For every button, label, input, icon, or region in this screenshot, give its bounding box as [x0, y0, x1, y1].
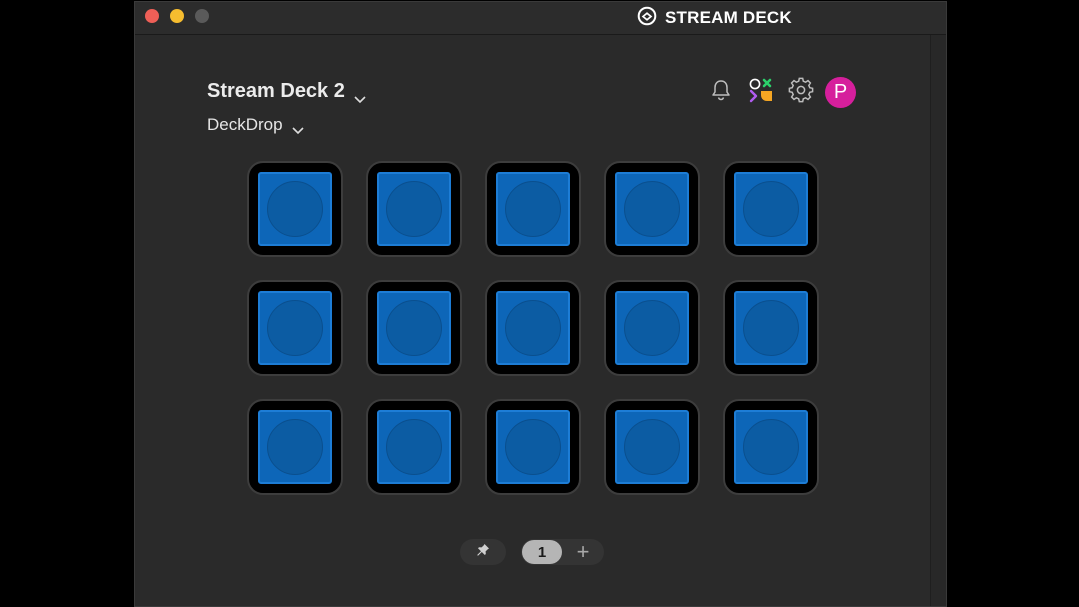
- settings-button[interactable]: [785, 76, 817, 108]
- key-grid: [247, 161, 819, 495]
- key-face: [734, 291, 808, 365]
- chevron-down-icon: [291, 120, 305, 135]
- page-1-tab[interactable]: 1: [522, 540, 562, 564]
- key-face: [615, 291, 689, 365]
- stream-deck-key[interactable]: [604, 399, 700, 495]
- key-face: [496, 172, 570, 246]
- stream-deck-key[interactable]: [723, 399, 819, 495]
- stream-deck-key[interactable]: [723, 161, 819, 257]
- stream-deck-key[interactable]: [247, 399, 343, 495]
- stream-deck-key[interactable]: [485, 161, 581, 257]
- key-placeholder-icon: [624, 419, 680, 475]
- device-selector[interactable]: Stream Deck 2: [207, 80, 367, 103]
- app-window: STREAM DECK Stream Deck 2 DeckDrop P 1 +: [134, 1, 947, 607]
- close-window-button[interactable]: [145, 9, 159, 23]
- key-face: [615, 172, 689, 246]
- key-placeholder-icon: [624, 300, 680, 356]
- maximize-window-button[interactable]: [195, 9, 209, 23]
- chevron-down-icon: [353, 87, 367, 103]
- profile-name: DeckDrop: [207, 115, 283, 134]
- key-placeholder-icon: [743, 300, 799, 356]
- key-face: [615, 410, 689, 484]
- app-brand: STREAM DECK: [637, 6, 792, 31]
- stream-deck-key[interactable]: [247, 280, 343, 376]
- key-face: [377, 410, 451, 484]
- bell-icon: [710, 78, 732, 107]
- pin-icon: [476, 543, 490, 562]
- key-face: [258, 172, 332, 246]
- profile-selector[interactable]: DeckDrop: [207, 115, 305, 135]
- stream-deck-key[interactable]: [366, 280, 462, 376]
- avatar[interactable]: P: [825, 76, 856, 108]
- key-placeholder-icon: [267, 300, 323, 356]
- side-panel-edge: [930, 35, 946, 606]
- key-face: [496, 410, 570, 484]
- key-placeholder-icon: [743, 419, 799, 475]
- key-placeholder-icon: [386, 419, 442, 475]
- stream-deck-key[interactable]: [604, 161, 700, 257]
- notifications-button[interactable]: [705, 76, 737, 108]
- key-placeholder-icon: [267, 419, 323, 475]
- device-name: Stream Deck 2: [207, 80, 345, 102]
- marketplace-button[interactable]: [745, 76, 777, 108]
- key-placeholder-icon: [267, 181, 323, 237]
- key-placeholder-icon: [624, 181, 680, 237]
- app-title: STREAM DECK: [665, 8, 792, 27]
- marketplace-icon: [748, 77, 774, 108]
- key-placeholder-icon: [386, 181, 442, 237]
- key-face: [258, 291, 332, 365]
- key-placeholder-icon: [743, 181, 799, 237]
- key-face: [377, 172, 451, 246]
- page-tabs: 1 +: [521, 539, 604, 565]
- key-face: [258, 410, 332, 484]
- minimize-window-button[interactable]: [170, 9, 184, 23]
- gear-icon: [788, 77, 814, 108]
- key-placeholder-icon: [505, 300, 561, 356]
- page-navigator: 1 +: [460, 539, 604, 565]
- stream-deck-key[interactable]: [485, 280, 581, 376]
- title-bar: STREAM DECK: [135, 2, 946, 35]
- key-placeholder-icon: [505, 181, 561, 237]
- stream-deck-key[interactable]: [366, 399, 462, 495]
- add-page-button[interactable]: +: [562, 539, 604, 565]
- key-placeholder-icon: [505, 419, 561, 475]
- stream-deck-key[interactable]: [485, 399, 581, 495]
- header-toolbar: P: [705, 76, 856, 108]
- pin-button[interactable]: [460, 539, 506, 565]
- key-placeholder-icon: [386, 300, 442, 356]
- stream-deck-key[interactable]: [247, 161, 343, 257]
- key-face: [496, 291, 570, 365]
- key-face: [734, 172, 808, 246]
- elgato-logo-icon: [637, 6, 657, 31]
- stream-deck-key[interactable]: [723, 280, 819, 376]
- key-face: [734, 410, 808, 484]
- stream-deck-key[interactable]: [366, 161, 462, 257]
- stream-deck-key[interactable]: [604, 280, 700, 376]
- key-face: [377, 291, 451, 365]
